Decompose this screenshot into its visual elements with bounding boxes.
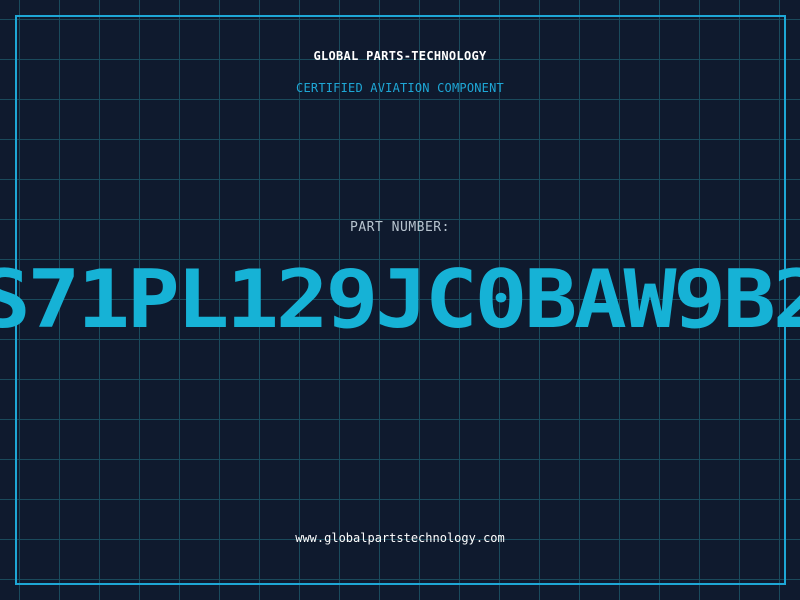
website-url: www.globalpartstechnology.com xyxy=(295,531,505,545)
component-subtitle: CERTIFIED AVIATION COMPONENT xyxy=(296,81,504,95)
brand-title: GLOBAL PARTS-TECHNOLOGY xyxy=(313,49,487,63)
part-number-value: S71PL129JC0BAW9B2 xyxy=(0,253,800,346)
part-number-label: PART NUMBER: xyxy=(350,220,450,235)
